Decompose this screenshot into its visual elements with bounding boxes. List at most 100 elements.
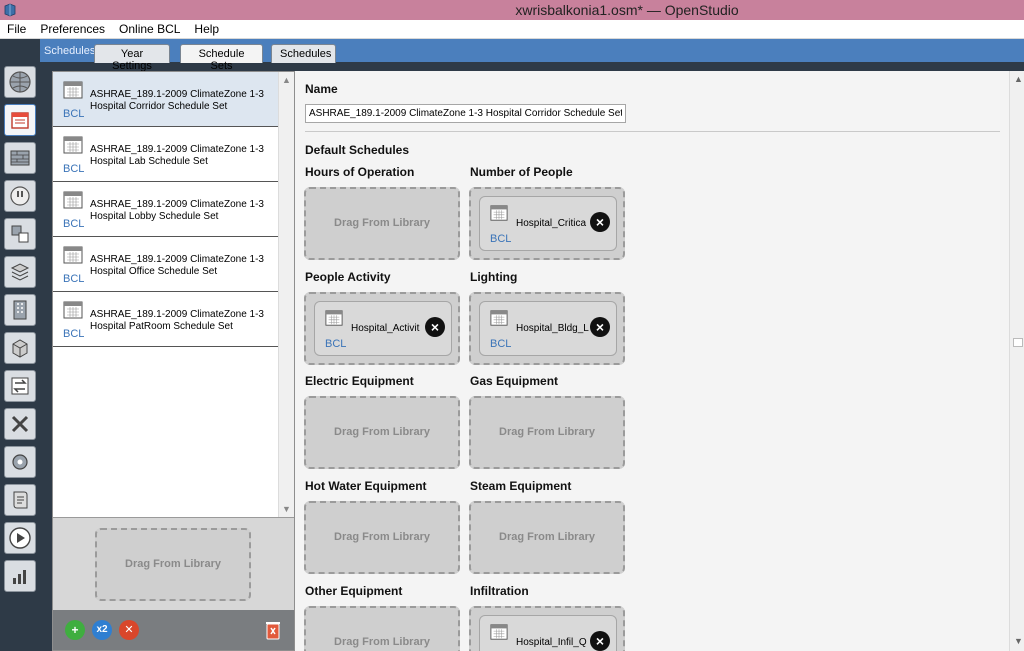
schedule-set-list-panel: ASHRAE_189.1-2009 ClimateZone 1-3 Hospita…: [52, 71, 294, 651]
schedules-section-label: Schedules: [44, 45, 96, 57]
bcl-badge: BCL: [63, 273, 85, 285]
constructions-icon: [10, 150, 30, 166]
hot-water-equipment-label: Hot Water Equipment: [305, 479, 427, 493]
remove-schedule-icon[interactable]: ×: [590, 212, 610, 232]
electric-equipment-drop-zone[interactable]: Drag From Library: [304, 396, 460, 469]
calendar-icon: [63, 246, 83, 264]
scroll-down-arrow-icon[interactable]: ▼: [1014, 636, 1023, 646]
number-of-people-label: Number of People: [470, 165, 573, 179]
menu-online-bcl[interactable]: Online BCL: [112, 20, 187, 36]
geometry-icon: [10, 263, 30, 281]
list-item[interactable]: ASHRAE_189.1-2009 ClimateZone 1-3 Hospita…: [53, 237, 278, 292]
scroll-down-arrow-icon[interactable]: ▼: [282, 504, 291, 514]
name-label: Name: [305, 82, 338, 96]
bcl-badge: BCL: [490, 338, 512, 350]
tab-schedules[interactable]: Schedules: [271, 44, 336, 63]
schedule-chip[interactable]: Hospital_Infil_Q × BCL: [479, 615, 617, 651]
menu-help[interactable]: Help: [187, 20, 226, 36]
schedule-chip[interactable]: Hospital_Bldg_L × BCL: [479, 301, 617, 356]
output-variables-tab[interactable]: [4, 446, 36, 478]
calendar-icon: [490, 310, 508, 326]
calendar-icon: [63, 136, 83, 154]
facility-tab[interactable]: [4, 294, 36, 326]
schedule-set-name: ASHRAE_189.1-2009 ClimateZone 1-3 Hospita…: [90, 144, 264, 167]
constructions-tab[interactable]: [4, 142, 36, 174]
calendar-icon: [490, 205, 508, 221]
run-tab[interactable]: [4, 522, 36, 554]
bcl-badge: BCL: [63, 163, 85, 175]
hours-of-operation-label: Hours of Operation: [305, 165, 415, 179]
menu-file[interactable]: File: [0, 20, 33, 36]
title-bar: xwrisbalkonia1.osm* — OpenStudio: [0, 0, 1024, 20]
bcl-badge: BCL: [63, 328, 85, 340]
geometry-tab[interactable]: [4, 256, 36, 288]
copy-icon[interactable]: x2: [92, 620, 112, 640]
list-scrollbar[interactable]: ▲ ▼: [278, 72, 294, 517]
detail-scrollbar[interactable]: ▲ ▼: [1009, 71, 1024, 651]
list-item[interactable]: ASHRAE_189.1-2009 ClimateZone 1-3 Hospita…: [53, 292, 278, 347]
list-item[interactable]: ASHRAE_189.1-2009 ClimateZone 1-3 Hospita…: [53, 72, 278, 127]
name-field[interactable]: [305, 104, 626, 123]
site-tab[interactable]: [4, 66, 36, 98]
loads-tab[interactable]: [4, 180, 36, 212]
people-activity-drop-zone[interactable]: Hospital_Activit × BCL: [304, 292, 460, 365]
schedule-chip-name: Hospital_Critica: [516, 218, 587, 229]
list-item[interactable]: ASHRAE_189.1-2009 ClimateZone 1-3 Hospita…: [53, 182, 278, 237]
schedule-chip-name: Hospital_Infil_Q: [516, 637, 587, 648]
steam-equipment-drop-zone[interactable]: Drag From Library: [469, 501, 625, 574]
purge-trash-icon[interactable]: [263, 619, 283, 641]
tab-schedule-sets[interactable]: Schedule Sets: [180, 44, 263, 72]
gas-equipment-drop-zone[interactable]: Drag From Library: [469, 396, 625, 469]
menu-preferences[interactable]: Preferences: [33, 20, 112, 36]
other-equipment-drop-zone[interactable]: Drag From Library: [304, 606, 460, 651]
scroll-up-arrow-icon[interactable]: ▲: [282, 75, 291, 85]
simulation-settings-icon: [13, 491, 28, 509]
schedule-set-name: ASHRAE_189.1-2009 ClimateZone 1-3 Hospita…: [90, 309, 264, 332]
vertical-tab-bar: [0, 62, 40, 651]
lighting-label: Lighting: [470, 270, 518, 284]
schedule-set-name: ASHRAE_189.1-2009 ClimateZone 1-3 Hospita…: [90, 199, 264, 222]
infiltration-drop-zone[interactable]: Hospital_Infil_Q × BCL: [469, 606, 625, 651]
tab-year-settings[interactable]: Year Settings: [94, 44, 170, 72]
add-icon[interactable]: +: [65, 620, 85, 640]
facility-icon: [13, 300, 27, 320]
hvac-tab[interactable]: [4, 408, 36, 440]
infiltration-label: Infiltration: [470, 584, 529, 598]
thermal-zones-tab[interactable]: [4, 370, 36, 402]
results-tab[interactable]: [4, 560, 36, 592]
schedule-set-name: ASHRAE_189.1-2009 ClimateZone 1-3 Hospita…: [90, 89, 264, 112]
drop-zone-library[interactable]: Drag From Library: [95, 528, 251, 601]
electric-equipment-label: Electric Equipment: [305, 374, 414, 388]
simulation-settings-tab[interactable]: [4, 484, 36, 516]
scroll-up-arrow-icon[interactable]: ▲: [1014, 74, 1023, 84]
calendar-icon: [490, 624, 508, 640]
spaces-tab[interactable]: [4, 332, 36, 364]
calendar-icon: [63, 81, 83, 99]
number-of-people-drop-zone[interactable]: Hospital_Critica × BCL: [469, 187, 625, 260]
scroll-thumb[interactable]: [1013, 338, 1023, 347]
library-drop-area: Drag From Library: [53, 517, 294, 610]
output-variables-icon: [12, 454, 28, 470]
other-equipment-label: Other Equipment: [305, 584, 403, 598]
remove-schedule-icon[interactable]: ×: [590, 631, 610, 651]
list-item[interactable]: ASHRAE_189.1-2009 ClimateZone 1-3 Hospita…: [53, 127, 278, 182]
remove-icon[interactable]: ✕: [119, 620, 139, 640]
schedule-chip-name: Hospital_Bldg_L: [516, 323, 589, 334]
hot-water-equipment-drop-zone[interactable]: Drag From Library: [304, 501, 460, 574]
schedule-chip[interactable]: Hospital_Critica × BCL: [479, 196, 617, 251]
hours-of-operation-drop-zone[interactable]: Drag From Library: [304, 187, 460, 260]
schedule-set-list: ASHRAE_189.1-2009 ClimateZone 1-3 Hospita…: [53, 72, 278, 517]
schedule-set-name: ASHRAE_189.1-2009 ClimateZone 1-3 Hospita…: [90, 254, 264, 277]
space-types-icon: [11, 225, 29, 243]
remove-schedule-icon[interactable]: ×: [590, 317, 610, 337]
schedules-icon: [11, 112, 29, 129]
lighting-drop-zone[interactable]: Hospital_Bldg_L × BCL: [469, 292, 625, 365]
bcl-badge: BCL: [490, 233, 512, 245]
schedule-chip[interactable]: Hospital_Activit × BCL: [314, 301, 452, 356]
gas-equipment-label: Gas Equipment: [470, 374, 559, 388]
site-icon: [9, 71, 31, 93]
loads-icon: [10, 186, 30, 206]
remove-schedule-icon[interactable]: ×: [425, 317, 445, 337]
schedules-tab[interactable]: [4, 104, 36, 136]
space-types-tab[interactable]: [4, 218, 36, 250]
